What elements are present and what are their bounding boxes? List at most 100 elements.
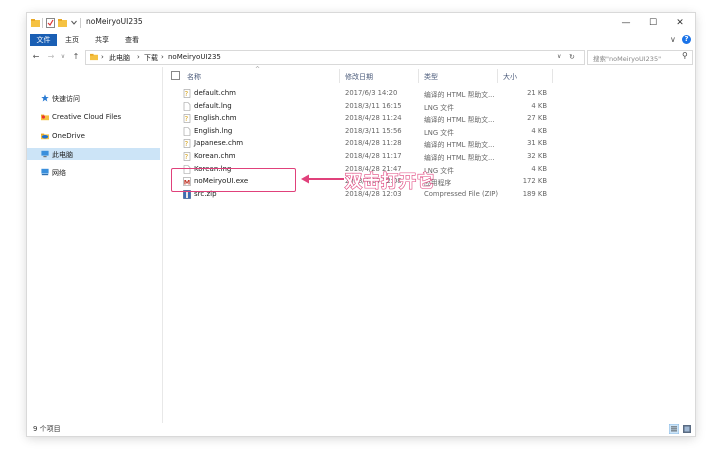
pc-icon bbox=[41, 150, 49, 158]
nav-label: 网络 bbox=[52, 169, 66, 177]
forward-button[interactable]: → bbox=[46, 51, 56, 63]
file-date: 2018/4/28 11:17 bbox=[345, 152, 402, 160]
file-type: LNG 文件 bbox=[424, 128, 454, 137]
breadcrumb-sep: › bbox=[101, 53, 104, 61]
file-date: 2018/3/11 15:56 bbox=[345, 126, 402, 135]
file-size: 31 KB bbox=[527, 139, 547, 148]
file-name: English.lng bbox=[194, 126, 233, 135]
file-date: 2017/6/3 14:20 bbox=[345, 89, 398, 97]
onedrive-icon bbox=[41, 133, 49, 140]
breadcrumb-downloads[interactable]: 下载 bbox=[144, 53, 158, 63]
search-icon[interactable]: ⚲ bbox=[682, 51, 688, 60]
file-type: Compressed File (ZIP) bbox=[424, 189, 499, 198]
svg-text:?: ? bbox=[185, 90, 189, 98]
tab-file[interactable]: 文件 bbox=[30, 34, 57, 46]
up-button[interactable]: ↑ bbox=[71, 51, 81, 63]
address-dropdown-button[interactable]: ∨ bbox=[557, 53, 561, 60]
nav-item-onedrive[interactable]: OneDrive bbox=[27, 130, 160, 142]
svg-text:?: ? bbox=[185, 140, 189, 148]
file-type: 编译的 HTML 帮助文... bbox=[424, 154, 495, 162]
select-all-checkbox[interactable] bbox=[171, 71, 180, 80]
svg-text:?: ? bbox=[185, 153, 189, 161]
arrow-left-icon bbox=[301, 174, 344, 184]
file-size: 32 KB bbox=[527, 152, 547, 160]
file-icon bbox=[183, 126, 191, 136]
file-date: 2018/4/28 11:24 bbox=[345, 114, 402, 123]
breadcrumb-current-folder[interactable]: noMeiryoUI235 bbox=[168, 53, 221, 61]
file-size: 4 KB bbox=[531, 126, 547, 135]
file-row[interactable]: ? Korean.chm 2018/4/28 11:17 编译的 HTML 帮助… bbox=[167, 150, 567, 163]
file-name: default.chm bbox=[194, 89, 236, 97]
sort-arrow-icon: ^ bbox=[255, 66, 261, 73]
tab-share[interactable]: 共享 bbox=[95, 34, 109, 46]
properties-icon[interactable] bbox=[46, 18, 55, 28]
highlight-box bbox=[171, 168, 296, 192]
maximize-button[interactable]: ☐ bbox=[644, 16, 662, 30]
item-count: 9 个项目 bbox=[33, 425, 61, 433]
tab-view[interactable]: 查看 bbox=[125, 34, 139, 46]
file-row[interactable]: English.lng 2018/3/11 15:56 LNG 文件 4 KB bbox=[167, 125, 567, 138]
file-date: 2018/4/28 11:28 bbox=[345, 139, 402, 148]
chm-icon: ? bbox=[183, 139, 191, 148]
breadcrumb-sep: › bbox=[137, 53, 140, 61]
file-size: 172 KB bbox=[522, 177, 547, 186]
search-placeholder: 搜索"noMeiryoUI235" bbox=[593, 55, 662, 63]
recent-locations-button[interactable]: ∨ bbox=[58, 51, 68, 63]
file-size: 27 KB bbox=[527, 114, 547, 123]
file-size: 21 KB bbox=[527, 89, 547, 97]
file-name: Korean.chm bbox=[194, 152, 236, 160]
refresh-button[interactable]: ↻ bbox=[569, 53, 575, 61]
star-icon bbox=[41, 94, 49, 102]
file-name: Japanese.chm bbox=[194, 139, 244, 148]
large-icons-view-icon[interactable] bbox=[682, 424, 692, 434]
tab-home[interactable]: 主页 bbox=[65, 34, 79, 46]
new-folder-icon[interactable] bbox=[58, 18, 67, 28]
folder-icon bbox=[31, 19, 40, 27]
column-header-type[interactable]: 类型 bbox=[424, 72, 438, 82]
file-type: LNG 文件 bbox=[424, 103, 454, 112]
column-header-size[interactable]: 大小 bbox=[503, 72, 517, 82]
chm-icon: ? bbox=[183, 152, 191, 161]
nav-label: 此电脑 bbox=[52, 151, 73, 159]
nav-label: Creative Cloud Files bbox=[52, 113, 122, 121]
file-row[interactable]: ? default.chm 2017/6/3 14:20 编译的 HTML 帮助… bbox=[167, 87, 567, 100]
file-size: 4 KB bbox=[531, 164, 547, 173]
file-row[interactable]: ? English.chm 2018/4/28 11:24 编译的 HTML 帮… bbox=[167, 112, 567, 125]
window-title: noMeiryoUI235 bbox=[86, 17, 143, 26]
chm-icon: ? bbox=[183, 114, 191, 123]
address-bar[interactable]: › 此电脑 › 下载 › noMeiryoUI235 ∨ ↻ bbox=[85, 50, 585, 65]
minimize-button[interactable]: — bbox=[617, 16, 635, 30]
help-icon[interactable]: ? bbox=[682, 35, 691, 44]
column-header-date[interactable]: 修改日期 bbox=[345, 72, 373, 82]
pane-divider[interactable] bbox=[162, 67, 163, 423]
network-icon bbox=[41, 168, 49, 176]
chevron-down-icon[interactable] bbox=[71, 18, 77, 28]
ribbon-expand-button[interactable]: ∨ bbox=[670, 34, 676, 46]
column-header-name[interactable]: 名称 bbox=[187, 72, 201, 82]
cloud-folder-icon bbox=[41, 114, 49, 121]
breadcrumb-this-pc[interactable]: 此电脑 bbox=[109, 53, 130, 63]
file-type: 编译的 HTML 帮助文... bbox=[424, 91, 495, 99]
details-view-icon[interactable] bbox=[669, 424, 679, 434]
nav-item-creative-cloud[interactable]: Creative Cloud Files bbox=[27, 111, 160, 123]
file-row[interactable]: default.lng 2018/3/11 16:15 LNG 文件 4 KB bbox=[167, 100, 567, 113]
chm-icon: ? bbox=[183, 89, 191, 98]
folder-icon bbox=[90, 53, 98, 61]
nav-item-this-pc[interactable]: 此电脑 bbox=[27, 148, 160, 160]
nav-item-network[interactable]: 网络 bbox=[27, 166, 160, 178]
title-bar: noMeiryoUI235 — ☐ ✕ bbox=[27, 13, 695, 33]
navigation-bar: ← → ∨ ↑ › 此电脑 › 下载 › noMeiryoUI235 ∨ ↻ 搜… bbox=[27, 49, 695, 65]
search-box[interactable]: 搜索"noMeiryoUI235" ⚲ bbox=[587, 50, 693, 65]
nav-label: OneDrive bbox=[52, 132, 85, 140]
svg-text:?: ? bbox=[185, 115, 189, 123]
status-bar: 9 个项目 bbox=[27, 421, 695, 436]
back-button[interactable]: ← bbox=[31, 51, 41, 63]
column-header-row: ^ 名称 修改日期 类型 大小 bbox=[167, 66, 557, 83]
file-name: default.lng bbox=[194, 101, 232, 110]
navigation-pane: 快速访问 Creative Cloud Files OneDrive 此电脑 网… bbox=[27, 67, 162, 423]
nav-item-quick-access[interactable]: 快速访问 bbox=[27, 92, 160, 104]
file-date: 2018/3/11 16:15 bbox=[345, 101, 402, 110]
file-icon bbox=[183, 101, 191, 111]
close-button[interactable]: ✕ bbox=[671, 16, 689, 30]
file-row[interactable]: ? Japanese.chm 2018/4/28 11:28 编译的 HTML … bbox=[167, 137, 567, 150]
